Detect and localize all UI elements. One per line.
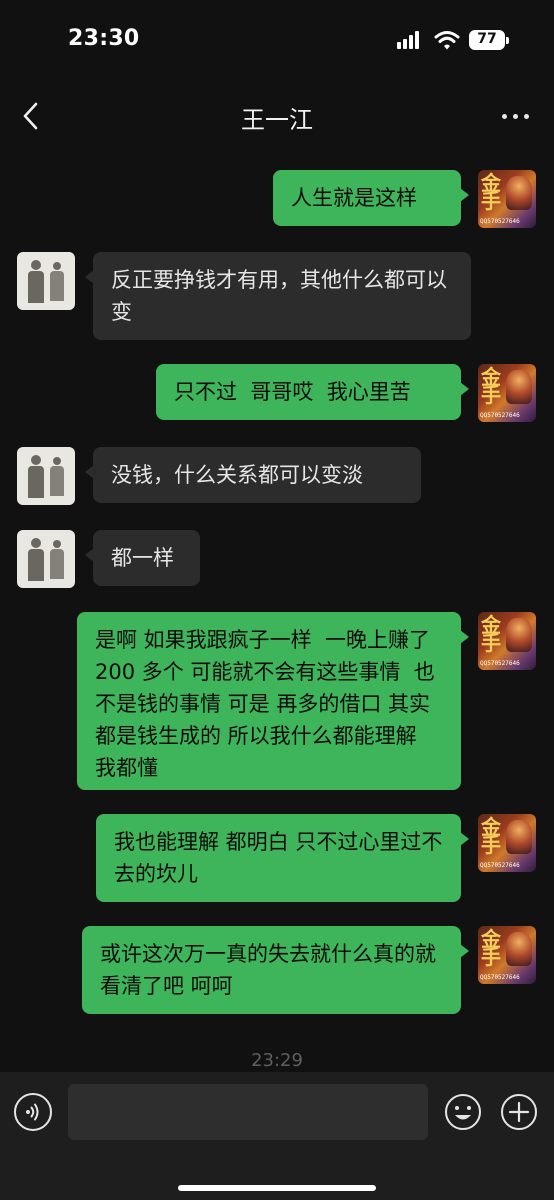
add-button[interactable] — [500, 1093, 538, 1131]
avatar-figure — [506, 820, 532, 854]
contact-avatar[interactable] — [17, 252, 75, 310]
avatar-lettering: 金手 — [481, 927, 501, 969]
chat-screen: 23:30 77 王一江 人生就是这样 金 手 QQ570527646 反正要挣… — [0, 0, 554, 1200]
status-time: 23:30 — [68, 26, 140, 51]
avatar-lettering: 金手 — [481, 815, 501, 857]
avatar-qq-text: QQ570527646 — [480, 862, 520, 869]
cellular-signal-icon — [397, 31, 421, 49]
emoji-button[interactable] — [444, 1093, 482, 1131]
avatar-qq-text: QQ570527646 — [480, 974, 520, 981]
chat-area[interactable]: 人生就是这样 金手 QQ570527646 反正要挣钱才有用，其他什么都可以变 … — [0, 148, 554, 1072]
voice-button[interactable] — [14, 1093, 52, 1131]
self-avatar[interactable]: 金手 QQ570527646 — [478, 612, 536, 670]
more-button[interactable] — [496, 98, 536, 134]
battery-level: 77 — [477, 31, 497, 47]
avatar-figure — [506, 932, 532, 966]
self-avatar[interactable]: 金手 QQ570527646 — [478, 814, 536, 872]
message-bubble-self[interactable]: 我也能理解 都明白 只不过心里过不去的坎儿 — [96, 814, 469, 902]
avatar-lettering: 金手 — [481, 365, 501, 407]
avatar-qq-text: QQ570527646 — [480, 218, 520, 225]
self-avatar[interactable]: 金手 QQ570527646 — [478, 170, 536, 228]
battery-icon: 77 — [469, 30, 509, 50]
message-timestamp: 23:29 — [251, 1050, 303, 1071]
avatar-lettering: 金手 — [481, 613, 501, 655]
avatar-figure — [506, 176, 532, 210]
avatar-figure — [506, 618, 532, 652]
message-bubble-self[interactable]: 人生就是这样 — [273, 170, 469, 226]
message-bubble-self[interactable]: 是啊 如果我跟疯子一样 一晚上赚了 200 多个 可能就不会有这些事情 也不是钱… — [77, 612, 469, 790]
avatar-qq-text: QQ570527646 — [480, 412, 520, 419]
chat-title: 王一江 — [241, 106, 313, 134]
contact-avatar[interactable] — [17, 530, 75, 588]
wifi-icon — [434, 31, 460, 50]
message-bubble-other[interactable]: 没钱，什么关系都可以变淡 — [85, 447, 421, 503]
message-bubble-self[interactable]: 或许这次万一真的失去就什么真的就看清了吧 呵呵 — [82, 926, 469, 1014]
avatar-qq-text: QQ570527646 — [480, 660, 520, 667]
avatar-lettering: 金手 — [481, 171, 501, 213]
home-indicator — [178, 1185, 376, 1191]
voice-icon — [26, 1103, 39, 1121]
self-avatar[interactable]: 金手 QQ570527646 — [478, 364, 536, 422]
message-bubble-other[interactable]: 都一样 — [85, 530, 200, 586]
nav-bar: 王一江 — [0, 84, 554, 148]
avatar-figure — [506, 370, 532, 404]
message-bubble-other[interactable]: 反正要挣钱才有用，其他什么都可以变 — [85, 252, 471, 340]
input-bar — [0, 1072, 554, 1200]
message-bubble-self[interactable]: 只不过 哥哥哎 我心里苦 — [156, 364, 469, 420]
status-bar: 23:30 77 — [0, 0, 554, 84]
self-avatar[interactable]: 金手 QQ570527646 — [478, 926, 536, 984]
message-input[interactable] — [68, 1084, 428, 1140]
contact-avatar[interactable] — [17, 447, 75, 505]
